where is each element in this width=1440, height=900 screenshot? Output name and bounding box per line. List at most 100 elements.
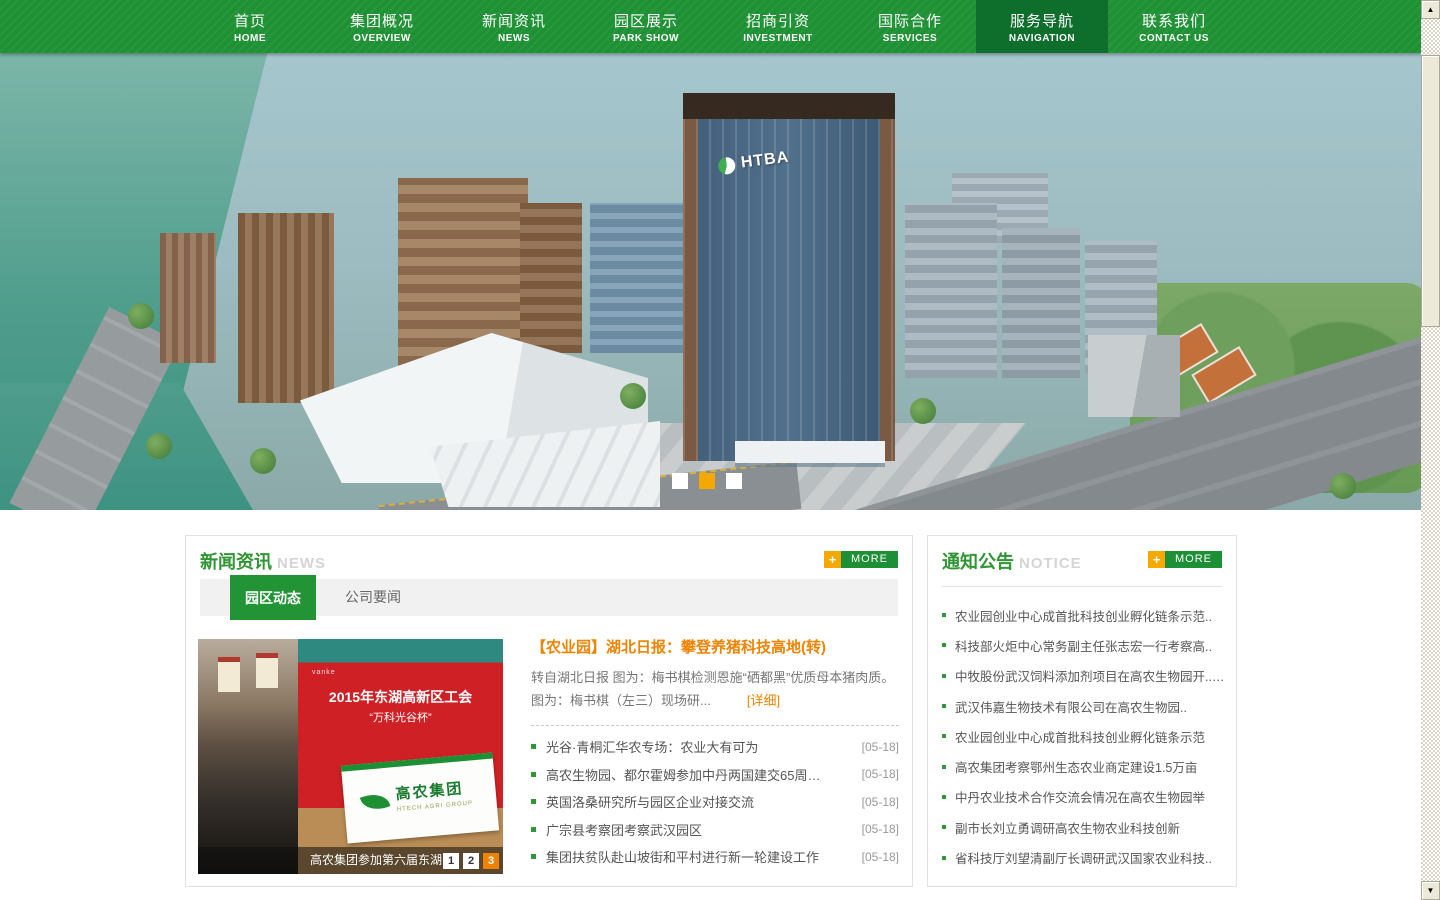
news-photo-slider[interactable]: vanke 2015年东湖高新区工会 “万科光谷杯” 高农集团 HTECH AG… (198, 639, 503, 874)
wall-certificate (218, 657, 240, 692)
notice-more-button[interactable]: + MORE (1148, 551, 1222, 568)
bullet-icon (942, 613, 946, 617)
notice-title-zh: 通知公告 (942, 552, 1014, 572)
nav-item-services[interactable]: 国际合作 SERVICES (844, 0, 976, 53)
banner-brand-logo: vanke (312, 669, 336, 676)
news-list-item[interactable]: 光谷·青桐汇华农专场：农业大有可为 [05-18] (531, 733, 899, 761)
news-item-date: [05-18] (862, 822, 899, 836)
notice-list-item[interactable]: 副市长刘立勇调研高农生物农业科技创新 (942, 812, 1228, 842)
more-label: MORE (841, 551, 898, 568)
bullet-icon (942, 674, 946, 678)
slide-page-2[interactable]: 2 (463, 853, 479, 869)
carousel-indicators (672, 473, 742, 489)
notice-item-title: 中丹农业技术合作交流会情况在高农生物园举 (955, 787, 1228, 806)
notice-list-item[interactable]: 省科技厅刘望清副厅长调研武汉国家农业科技.. (942, 842, 1228, 872)
tab-park-news-active[interactable]: 园区动态 (230, 575, 316, 620)
news-feature-column: 【农业园】湖北日报：攀登养猪科技高地(转) 转自湖北日报 图为：梅书棋检测恩施“… (531, 636, 899, 870)
more-label: MORE (1165, 551, 1222, 568)
divider (942, 586, 1222, 587)
bullet-icon (531, 799, 536, 804)
notice-list-item[interactable]: 科技部火炬中心常务副主任张志宏一行考察高.. (942, 630, 1228, 660)
notice-item-title: 农业园创业中心成首批科技创业孵化链条示范.. (955, 606, 1228, 625)
news-item-title: 光谷·青桐汇华农专场：农业大有可为 (546, 737, 854, 756)
building (160, 233, 216, 363)
bullet-icon (531, 772, 536, 777)
tree (128, 303, 154, 329)
nav-item-park-show[interactable]: 园区展示 PARK SHOW (580, 0, 712, 53)
nav-label-zh: 联系我们 (1108, 10, 1240, 31)
notice-list-item[interactable]: 中牧股份武汉饲料添加剂项目在高农生物园开..… (942, 661, 1228, 691)
nav-label-zh: 新闻资讯 (448, 10, 580, 31)
banner-subtitle: “万科光谷杯” (298, 709, 503, 725)
notice-list-item[interactable]: 农业园创业中心成首批科技创业孵化链条示范.. (942, 600, 1228, 630)
tab-company-news[interactable]: 公司要闻 (345, 579, 401, 616)
nav-item-investment[interactable]: 招商引资 INVESTMENT (712, 0, 844, 53)
scrollbar-up-arrow-icon[interactable]: ▲ (1421, 0, 1440, 19)
scrollbar-thumb[interactable] (1421, 55, 1440, 327)
news-more-button[interactable]: + MORE (824, 551, 898, 568)
slide-page-3-active[interactable]: 3 (483, 853, 499, 869)
notice-list-item[interactable]: 武汉伟嘉生物技术有限公司在高农生物园.. (942, 691, 1228, 721)
nav-item-home[interactable]: 首页 HOME (184, 0, 316, 53)
detail-link[interactable]: [详细] (747, 693, 780, 708)
news-list-item[interactable]: 广宗县考察团考察武汉园区 [05-18] (531, 815, 899, 843)
notice-list-item[interactable]: 农业园创业中心成首批科技创业孵化链条示范 (942, 721, 1228, 751)
news-item-date: [05-18] (862, 740, 899, 754)
tree (620, 383, 646, 409)
nav-item-contact[interactable]: 联系我们 CONTACT US (1108, 0, 1240, 53)
carousel-dot-1[interactable] (672, 473, 688, 489)
nav-label-zh: 服务导航 (976, 10, 1108, 31)
nav-label-zh: 集团概况 (316, 10, 448, 31)
bullet-icon (531, 744, 536, 749)
building (905, 203, 997, 378)
top-navigation: 首页 HOME 集团概况 OVERVIEW 新闻资讯 NEWS 园区展示 PAR… (0, 0, 1421, 53)
nav-label-en: HOME (184, 33, 316, 44)
news-item-date: [05-18] (862, 795, 899, 809)
news-title-en: NEWS (277, 555, 326, 572)
tree (146, 433, 172, 459)
news-list-item[interactable]: 集团扶贫队赴山坡街和平村进行新一轮建设工作 [05-18] (531, 843, 899, 871)
nav-label-zh: 招商引资 (712, 10, 844, 31)
carousel-dot-3[interactable] (726, 473, 742, 489)
building (238, 213, 334, 403)
nav-label-zh: 首页 (184, 10, 316, 31)
notice-item-title: 省科技厅刘望清副厅长调研武汉国家农业科技.. (955, 848, 1228, 867)
nav-label-en: NAVIGATION (976, 33, 1108, 44)
slide-caption[interactable]: 高农集团参加第六届东湖 (310, 847, 442, 874)
tower-entrance-canopy (735, 441, 885, 463)
bullet-icon (942, 856, 946, 860)
main-tower (683, 93, 895, 461)
previous-slide-photo (198, 639, 298, 874)
wall-certificate (256, 653, 278, 688)
dashed-divider (531, 725, 899, 726)
notice-item-title: 武汉伟嘉生物技术有限公司在高农生物园.. (955, 697, 1228, 716)
bullet-icon (942, 704, 946, 708)
plus-icon: + (1148, 551, 1165, 568)
carousel-dot-2-active[interactable] (699, 473, 715, 489)
hero-banner-image[interactable]: HTBA (0, 53, 1421, 510)
main-tower-roof (683, 93, 895, 119)
nav-item-overview[interactable]: 集团概况 OVERVIEW (316, 0, 448, 53)
nav-item-navigation-active[interactable]: 服务导航 NAVIGATION (976, 0, 1108, 53)
news-item-title: 高农生物园、都尔霍姆参加中丹两国建交65周… (546, 765, 854, 784)
bullet-icon (531, 854, 536, 859)
notice-item-title: 农业园创业中心成首批科技创业孵化链条示范 (955, 727, 1228, 746)
group-flag: 高农集团 HTECH AGRI GROUP (341, 753, 499, 844)
browser-scrollbar-track[interactable]: ▲ ▼ (1421, 0, 1440, 900)
news-list-item[interactable]: 高农生物园、都尔霍姆参加中丹两国建交65周… [05-18] (531, 760, 899, 788)
slide-page-1[interactable]: 1 (443, 853, 459, 869)
nav-label-zh: 园区展示 (580, 10, 712, 31)
nav-label-en: OVERVIEW (316, 33, 448, 44)
news-tabbar: 园区动态 公司要闻 (200, 579, 898, 616)
news-list-item[interactable]: 英国洛桑研究所与园区企业对接交流 [05-18] (531, 788, 899, 816)
tree (250, 448, 276, 474)
notice-list-item[interactable]: 高农集团考察鄂州生态农业商定建设1.5万亩 (942, 751, 1228, 781)
feature-article-excerpt: 转自湖北日报 图为：梅书棋检测恩施“硒都黑”优质母本猪肉质。 图为：梅书棋（左三… (531, 666, 899, 713)
notice-list-item[interactable]: 中丹农业技术合作交流会情况在高农生物园举 (942, 782, 1228, 812)
nav-item-news[interactable]: 新闻资讯 NEWS (448, 0, 580, 53)
scrollbar-down-arrow-icon[interactable]: ▼ (1421, 881, 1440, 900)
notice-panel-title: 通知公告NOTICE (942, 548, 1082, 574)
notice-item-title: 中牧股份武汉饲料添加剂项目在高农生物园开..… (955, 666, 1228, 685)
feature-article-title[interactable]: 【农业园】湖北日报：攀登养猪科技高地(转) (531, 636, 899, 657)
news-item-date: [05-18] (862, 850, 899, 864)
